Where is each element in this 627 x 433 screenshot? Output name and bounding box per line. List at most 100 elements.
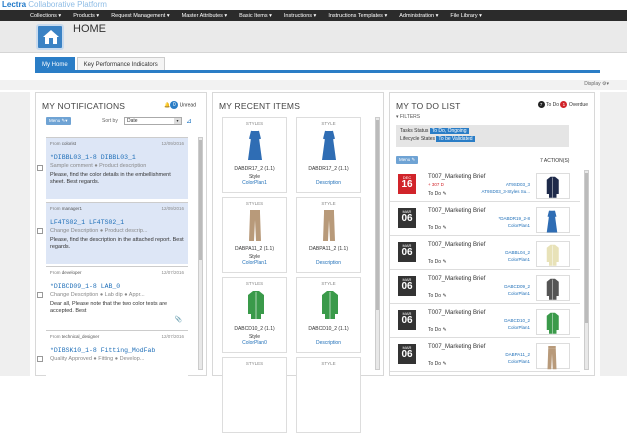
notification-checkbox[interactable] <box>37 165 43 171</box>
todo-item[interactable]: DEC 16 T007_Marketing Brief + 307 D To D… <box>390 172 580 202</box>
todo-item-subref[interactable]: ColorPlan1 <box>508 257 530 262</box>
notifications-menu-button[interactable]: Menu ✎▾ <box>46 117 71 125</box>
menu-item-administration[interactable]: Administration ▾ <box>399 13 438 19</box>
tab-my-home[interactable]: My Home <box>35 57 75 71</box>
recent-item-link[interactable]: Description <box>297 174 360 186</box>
attachment-icon[interactable]: 📎 <box>175 316 182 323</box>
menu-item-instructions-templates[interactable]: Instructions Templates ▾ <box>328 13 387 19</box>
todo-item-ref[interactable]: DABCD09_2 <box>504 284 530 289</box>
notification-checkbox[interactable] <box>37 292 43 298</box>
recent-item-link[interactable]: Style ColorPlan1 <box>223 174 286 186</box>
garment-thumbnail[interactable] <box>536 173 570 199</box>
todo-item-ref[interactable]: DABPA11_2 <box>505 352 530 357</box>
sort-select[interactable]: Date ▾ <box>124 117 182 125</box>
filters-toggle[interactable]: ▾ FILTERS <box>396 114 420 120</box>
todo-item-title[interactable]: T007_Marketing Brief <box>428 174 485 180</box>
notification-code[interactable]: *DIBCD09_1-8 LAB_0 <box>50 283 184 291</box>
recent-items-title: MY RECENT ITEMS <box>219 101 301 111</box>
recent-scrollbar[interactable] <box>375 117 380 370</box>
todo-item-title[interactable]: T007_Marketing Brief <box>428 344 485 350</box>
recent-item-link[interactable]: Style ColorPlan1 <box>223 254 286 266</box>
todo-item-ref[interactable]: DABBL04_2 <box>505 250 530 255</box>
todo-item-title[interactable]: T007_Marketing Brief <box>428 242 485 248</box>
notifications-scrollbar[interactable] <box>198 137 203 370</box>
todo-item-subref[interactable]: ColorPlan1 <box>508 325 530 330</box>
menu-item-file-library[interactable]: File Library ▾ <box>450 13 482 19</box>
menu-item-master-attributes[interactable]: Master Attributes ▾ <box>182 13 228 19</box>
todo-item[interactable]: MAR 06 T007_Marketing Brief To Do ✎ *DAB… <box>390 206 580 236</box>
task-status-value[interactable]: To Do, Ongoing <box>429 128 469 134</box>
recent-item-link[interactable]: Style ColorPlan0 <box>223 334 286 346</box>
recent-item[interactable]: STYLES DABDR17_2 (1.1) Style ColorPlan1 <box>222 117 287 193</box>
todo-item-title[interactable]: T007_Marketing Brief <box>428 276 485 282</box>
lifecycle-value[interactable]: To be Validated <box>436 136 475 142</box>
recent-item[interactable]: STYLES DABCD10_2 (1.1) Style ColorPlan0 <box>222 277 287 353</box>
todo-item-ref[interactable]: AT9SD03_3 <box>506 182 530 187</box>
recent-item-colorplan[interactable]: Description <box>316 260 341 266</box>
recent-item-colorplan[interactable]: ColorPlan1 <box>242 260 267 266</box>
todo-item-ref[interactable]: DABCD10_2 <box>504 318 530 323</box>
due-day: 06 <box>401 315 413 326</box>
menu-item-basic-items[interactable]: Basic Items ▾ <box>239 13 272 19</box>
notification-code[interactable]: *DIBBL03_1-8 DIBBL03_1 <box>50 154 184 162</box>
todo-item[interactable]: MAR 06 T007_Marketing Brief To Do ✎ DABP… <box>390 342 580 372</box>
scrollbar-thumb[interactable] <box>376 120 379 310</box>
notification-checkbox[interactable] <box>37 228 43 234</box>
todo-item-subref[interactable]: ColorPlan1 <box>508 359 530 364</box>
recent-item-colorplan[interactable]: Description <box>316 180 341 186</box>
garment-thumbnail[interactable] <box>536 309 570 335</box>
todo-status[interactable]: To Do ✎ <box>428 327 447 333</box>
recent-item[interactable]: STYLE DABCD10_2 (1.1) Description <box>296 277 361 353</box>
recent-item[interactable]: STYLE <box>296 357 361 433</box>
todo-menu-button[interactable]: Menu ✎ <box>396 156 419 164</box>
notification-card[interactable]: From developer 12/07/2016 *DIBCD09_1-8 L… <box>46 266 188 328</box>
menu-item-products[interactable]: Products ▾ <box>73 13 99 19</box>
recent-item[interactable]: STYLE DABDR17_2 (1.1) Description <box>296 117 361 193</box>
menu-item-collections[interactable]: Collections ▾ <box>30 13 61 19</box>
todo-item-subref[interactable]: AT9SD03_3-Styles Su... <box>482 189 530 194</box>
recent-item-colorplan[interactable]: Description <box>316 340 341 346</box>
garment-thumbnail[interactable] <box>536 241 570 267</box>
tab-key-performance-indicators[interactable]: Key Performance Indicators <box>76 57 165 71</box>
scrollbar-thumb[interactable] <box>199 140 202 260</box>
home-icon[interactable] <box>36 24 64 50</box>
notification-checkbox[interactable] <box>37 356 43 362</box>
todo-scrollbar[interactable] <box>584 170 589 370</box>
notification-code[interactable]: LF4TS02_1 LF4TS02_1 <box>50 219 184 227</box>
notification-card[interactable]: From colorist 12/09/2016 *DIBBL03_1-8 DI… <box>46 137 188 199</box>
recent-item-link[interactable]: Description <box>297 254 360 266</box>
garment-thumbnail[interactable] <box>536 275 570 301</box>
filter-icon[interactable]: ⊿ <box>186 117 192 125</box>
todo-item[interactable]: MAR 06 T007_Marketing Brief To Do ✎ DABB… <box>390 240 580 270</box>
display-toggle[interactable]: Display ⚙▾ <box>584 81 609 87</box>
notification-card[interactable]: From technical_designer 12/07/2016 *DIBS… <box>46 330 188 376</box>
todo-item-title[interactable]: T007_Marketing Brief <box>428 208 485 214</box>
todo-item-subref[interactable]: ColorPlan1 <box>508 223 530 228</box>
recent-item-colorplan[interactable]: ColorPlan0 <box>242 340 267 346</box>
notification-code[interactable]: *DIBSK10_1-8 Fitting_ModFab <box>50 347 184 355</box>
todo-item[interactable]: MAR 06 T007_Marketing Brief To Do ✎ DABC… <box>390 308 580 338</box>
todo-status[interactable]: To Do ✎ <box>428 361 447 367</box>
todo-status[interactable]: To Do ✎ <box>428 191 447 197</box>
garment-thumbnail[interactable] <box>536 343 570 370</box>
todo-item-title[interactable]: T007_Marketing Brief <box>428 310 485 316</box>
notification-card[interactable]: From manager1 12/09/2016 LF4TS02_1 LF4TS… <box>46 202 188 264</box>
todo-status[interactable]: To Do ✎ <box>428 293 447 299</box>
garment-thumbnail[interactable] <box>536 207 570 233</box>
recent-item[interactable]: STYLE DABPA11_2 (1.1) Description <box>296 197 361 273</box>
recent-item[interactable]: STYLES <box>222 357 287 433</box>
todo-item-ref[interactable]: *DABDR19_2-8 <box>498 216 530 221</box>
menu-item-instructions[interactable]: Instructions ▾ <box>284 13 316 19</box>
recent-item-colorplan[interactable]: ColorPlan1 <box>242 180 267 186</box>
recent-item[interactable]: STYLES DABPA11_2 (1.1) Style ColorPlan1 <box>222 197 287 273</box>
menu-item-request-management[interactable]: Request Management ▾ <box>111 13 169 19</box>
scrollbar-thumb[interactable] <box>585 173 588 323</box>
recent-item-link[interactable] <box>223 414 286 420</box>
todo-status[interactable]: To Do ✎ <box>428 259 447 265</box>
todo-status[interactable]: To Do ✎ <box>428 225 447 231</box>
unread-indicator[interactable]: 🔔 0 Unread <box>164 101 196 109</box>
todo-item-subref[interactable]: ColorPlan1 <box>508 291 530 296</box>
recent-item-link[interactable] <box>297 414 360 420</box>
recent-item-link[interactable]: Description <box>297 334 360 346</box>
todo-item[interactable]: MAR 06 T007_Marketing Brief To Do ✎ DABC… <box>390 274 580 304</box>
